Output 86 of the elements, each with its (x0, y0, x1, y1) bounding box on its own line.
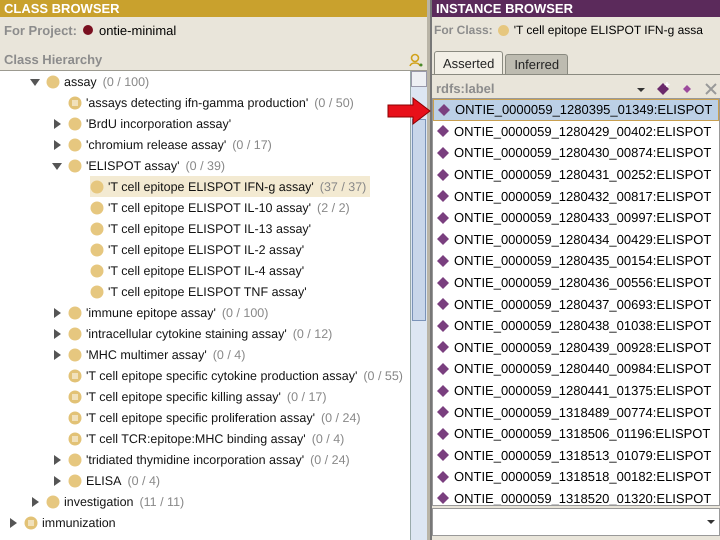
instance-icon (437, 470, 449, 483)
tab[interactable]: Asserted (434, 51, 504, 74)
panel-title: INSTANCE BROWSER (432, 0, 720, 17)
instance-item[interactable]: ONTIE_0000059_1318513_01079:ELISPOT (433, 444, 719, 466)
instance-icon (437, 233, 449, 246)
instance-item[interactable]: ONTIE_0000059_1280437_00693:ELISPOT (433, 293, 719, 315)
tree-item[interactable]: 'T cell epitope ELISPOT IL-2 assay' (90, 239, 308, 260)
tree-item[interactable]: 'T cell TCR:epitope:MHC binding assay' (0 / 4) (68, 428, 348, 449)
instance-item[interactable]: ONTIE_0000059_1280438_01038:ELISPOT (433, 314, 719, 337)
tree-item[interactable]: 'assays detecting ifn-gamma production' (0 / 50) (68, 92, 358, 113)
instance-icon (437, 276, 449, 289)
tree-item[interactable]: 'MHC multimer assay' (0 / 4) (68, 344, 250, 365)
instance-icon (437, 362, 449, 375)
expand-icon[interactable] (30, 496, 40, 506)
instance-item[interactable]: ONTIE_0000059_1318506_01196:ELISPOT (433, 422, 719, 444)
tab[interactable]: Inferred (505, 54, 568, 74)
tree-item[interactable]: 'T cell epitope ELISPOT IL-10 assay' (2 / 2) (90, 197, 354, 218)
instance-icon (437, 168, 449, 181)
tree-item[interactable]: 'tridiated thymidine incorporation assay' (0 / 24) (68, 449, 354, 470)
tree-item[interactable]: 'T cell epitope specific proliferation assay' (0 / 24) (68, 407, 365, 428)
instance-icon (437, 492, 449, 504)
instance-item[interactable]: ONTIE_0000059_1280430_00874:ELISPOT (433, 142, 719, 164)
instance-icon (437, 190, 449, 202)
instance-icon (437, 212, 449, 224)
class-icon (498, 24, 509, 36)
tree-item[interactable]: 'BrdU incorporation assay' (68, 113, 236, 134)
instance-item[interactable]: ONTIE_0000059_1280435_00154:ELISPOT (433, 250, 719, 272)
expand-icon[interactable] (52, 454, 62, 464)
instance-item[interactable]: ONTIE_0000059_1280441_01375:ELISPOT (433, 380, 719, 402)
expand-icon[interactable] (52, 308, 62, 318)
instance-icon (437, 384, 449, 397)
tree-item[interactable]: ELISA (0 / 4) (68, 470, 164, 491)
instance-item[interactable]: ONTIE_0000059_1318518_00182:ELISPOT (433, 466, 719, 488)
instance-icon (437, 428, 449, 440)
tree-item[interactable]: 'T cell epitope ELISPOT IL-13 assay' (90, 218, 316, 239)
instance-icon (437, 341, 449, 354)
expand-icon[interactable] (52, 476, 62, 486)
expand-icon[interactable] (8, 518, 18, 528)
tree-item[interactable]: 'intracellular cytokine staining assay' (0 / 12) (68, 323, 336, 344)
tree-item[interactable]: 'T cell epitope ELISPOT IL-4 assay' (90, 260, 308, 281)
instance-icon (437, 125, 449, 138)
instance-item[interactable]: ONTIE_0000059_1280395_01349:ELISPOT (433, 99, 719, 121)
expand-icon[interactable] (52, 118, 62, 128)
tree-item[interactable]: assay (0 / 100) (46, 71, 154, 92)
instance-item[interactable]: ONTIE_0000059_1280431_00252:ELISPOT (433, 164, 719, 186)
expand-icon[interactable] (52, 350, 62, 360)
expand-icon[interactable] (52, 328, 62, 338)
instance-icon (437, 449, 449, 462)
tree-item[interactable]: 'T cell epitope specific cytokine production assay' (0 / 55) (68, 365, 407, 386)
instance-icon (437, 298, 449, 310)
add-instance-icon[interactable] (656, 82, 670, 96)
panel-title: CLASS BROWSER (0, 0, 427, 17)
instance-icon (437, 254, 449, 267)
instance-item[interactable]: ONTIE_0000059_1280432_00817:ELISPOT (433, 185, 719, 207)
instance-item[interactable]: ONTIE_0000059_1280439_00928:ELISPOT (433, 336, 719, 358)
tree-item[interactable]: 'immune epitope assay' (0 / 100) (68, 302, 272, 323)
project-icon (82, 25, 93, 35)
tree-item[interactable]: immunization (24, 512, 120, 533)
instance-icon (437, 406, 449, 418)
person-search-icon[interactable] (409, 52, 423, 66)
instance-item[interactable]: ONTIE_0000059_1280429_00402:ELISPOT (433, 120, 719, 142)
tree-item[interactable]: 'chromium release assay' (0 / 17) (68, 134, 276, 155)
tree-item[interactable]: 'ELISPOT assay' (0 / 39) (68, 155, 230, 176)
collapse-icon[interactable] (30, 76, 40, 86)
instance-item[interactable]: ONTIE_0000059_1280434_00429:ELISPOT (433, 228, 719, 250)
instance-icon (437, 146, 449, 159)
instance-item[interactable]: ONTIE_0000059_1280440_00984:ELISPOT (433, 358, 719, 380)
instance-icon (438, 104, 450, 116)
instance-item[interactable]: ONTIE_0000059_1280433_00997:ELISPOT (433, 206, 719, 229)
scrollbar[interactable] (410, 71, 427, 540)
class-label: For Class: (434, 23, 493, 37)
tree-item[interactable]: 'T cell epitope ELISPOT TNF assay' (90, 281, 311, 302)
expand-icon[interactable] (52, 140, 62, 150)
section-title: Class Hierarchy (4, 52, 102, 67)
project-name: ontie-minimal (98, 22, 176, 38)
instance-item[interactable]: ONTIE_0000059_1318489_00774:ELISPOT (433, 401, 719, 423)
instance-item[interactable]: ONTIE_0000059_1280436_00556:ELISPOT (433, 272, 719, 294)
class-name: 'T cell epitope ELISPOT IFN-g assa (514, 23, 703, 37)
column-header: rdfs:label (436, 81, 496, 96)
pointer-arrow (387, 97, 431, 125)
project-label: For Project: (4, 22, 77, 38)
collapse-icon[interactable] (52, 160, 62, 170)
tree-item[interactable]: investigation (11 / 11) (46, 491, 188, 512)
tree-item[interactable]: 'T cell epitope specific killing assay' (0 / 17) (68, 386, 331, 407)
instance-icon (437, 320, 449, 332)
tree-item[interactable]: 'T cell epitope ELISPOT IFN-g assay' (37 / 37) (90, 176, 370, 197)
